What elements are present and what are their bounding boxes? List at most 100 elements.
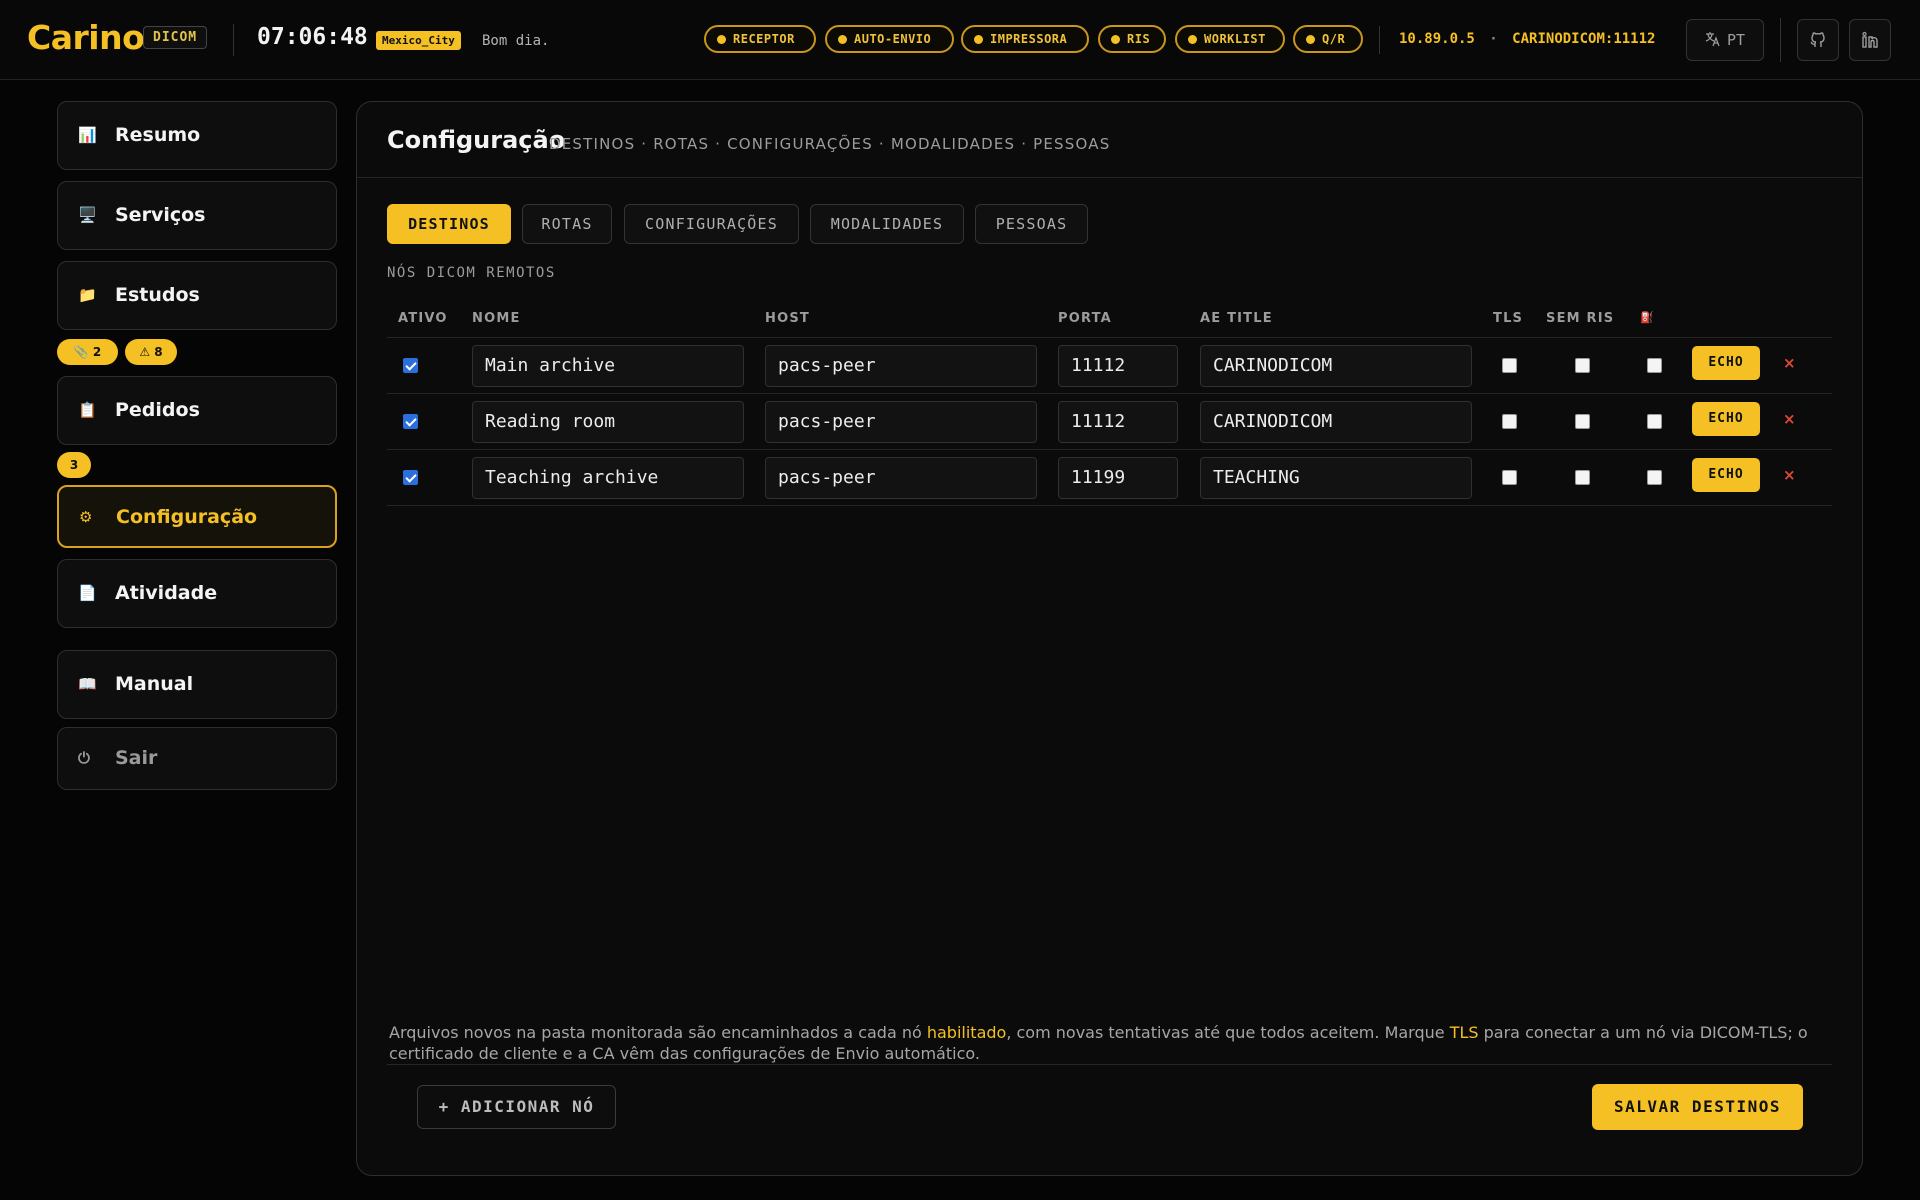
paperclip-icon: 📎 <box>73 345 89 359</box>
status-dot-icon <box>1188 35 1197 44</box>
row-no-ris-checkbox[interactable] <box>1575 414 1590 429</box>
row-extra-checkbox[interactable] <box>1647 414 1662 429</box>
warnings-badge: ⚠ 8 <box>125 339 177 365</box>
row-active-checkbox[interactable] <box>403 470 418 485</box>
column-header-porta: PORTA <box>1058 311 1112 326</box>
app-logo: Carino <box>27 18 145 57</box>
section-label: NÓS DICOM REMOTOS <box>387 265 556 281</box>
column-header-ae-title: AE TITLE <box>1200 311 1273 326</box>
monitor-icon: 🖥️ <box>78 206 97 224</box>
node-name-input[interactable]: Reading room <box>472 401 744 443</box>
clipboard-icon: 📋 <box>78 401 97 419</box>
tab-rotas[interactable]: ROTAS <box>522 204 612 244</box>
divider <box>1780 18 1781 62</box>
top-bar: Carino DICOM 07:06:48 Mexico_City Bom di… <box>0 0 1920 80</box>
dicom-tag: DICOM <box>143 26 208 49</box>
status-pill-receptor[interactable]: RECEPTOR <box>704 25 816 53</box>
github-button[interactable] <box>1797 19 1839 61</box>
column-header-nome: NOME <box>472 311 521 326</box>
row-active-checkbox[interactable] <box>403 414 418 429</box>
node-ae-title-input[interactable]: TEACHING <box>1200 457 1472 499</box>
translate-icon <box>1705 32 1720 47</box>
sidebar-item-configuracao[interactable]: ⚙ Configuração <box>57 485 337 548</box>
column-header-sem-ris: SEM RIS <box>1546 311 1615 326</box>
sidebar-item-manual[interactable]: 📖 Manual <box>57 650 337 719</box>
folder-icon: 📁 <box>78 286 97 304</box>
orders-badge: 3 <box>57 452 91 478</box>
column-header-host: HOST <box>765 311 810 326</box>
node-name-input[interactable]: Main archive <box>472 345 744 387</box>
linkedin-button[interactable] <box>1849 19 1891 61</box>
sidebar-item-atividade[interactable]: 📄 Atividade <box>57 559 337 628</box>
node-ae-title-input[interactable]: CARINODICOM <box>1200 401 1472 443</box>
status-pill-auto-envio[interactable]: AUTO-ENVIO <box>825 25 954 53</box>
sidebar-item-pedidos[interactable]: 📋 Pedidos <box>57 376 337 445</box>
status-dot-icon <box>974 35 983 44</box>
column-header-extra: ⛽ <box>1640 311 1655 324</box>
node-port-input[interactable]: 11199 <box>1058 457 1178 499</box>
status-dot-icon <box>717 35 726 44</box>
divider <box>1379 26 1380 54</box>
delete-node-icon[interactable]: × <box>1783 466 1796 484</box>
save-destinations-button[interactable]: SALVAR DESTINOS <box>1592 1084 1803 1130</box>
divider <box>357 177 1862 178</box>
node-name-input[interactable]: Teaching archive <box>472 457 744 499</box>
row-active-checkbox[interactable] <box>403 358 418 373</box>
linkedin-icon <box>1862 31 1878 48</box>
status-pill-ris[interactable]: RIS <box>1098 25 1166 53</box>
clock: 07:06:48 <box>257 24 368 50</box>
github-icon <box>1810 32 1825 47</box>
node-host-input[interactable]: pacs-peer <box>765 401 1037 443</box>
status-dot-icon <box>1306 35 1315 44</box>
gear-icon: ⚙ <box>79 508 93 526</box>
row-extra-checkbox[interactable] <box>1647 470 1662 485</box>
timezone-badge: Mexico_City <box>376 31 461 50</box>
greeting: Bom dia. <box>482 33 550 49</box>
chart-icon: 📊 <box>78 126 97 144</box>
tab-destinos[interactable]: DESTINOS <box>387 204 511 244</box>
divider <box>387 1064 1832 1065</box>
delete-node-icon[interactable]: × <box>1783 354 1796 372</box>
tab-configuracoes[interactable]: CONFIGURAÇÕES <box>624 204 799 244</box>
page-title: Configuração <box>387 126 566 154</box>
add-node-button[interactable]: + ADICIONAR NÓ <box>417 1085 616 1129</box>
divider <box>387 449 1832 450</box>
echo-button[interactable]: ECHO <box>1692 346 1760 380</box>
row-no-ris-checkbox[interactable] <box>1575 470 1590 485</box>
language-button[interactable]: PT <box>1686 19 1764 61</box>
divider <box>387 393 1832 394</box>
node-host-input[interactable]: pacs-peer <box>765 345 1037 387</box>
node-port-input[interactable]: 11112 <box>1058 345 1178 387</box>
delete-node-icon[interactable]: × <box>1783 410 1796 428</box>
node-port-input[interactable]: 11112 <box>1058 401 1178 443</box>
echo-button[interactable]: ECHO <box>1692 402 1760 436</box>
row-no-ris-checkbox[interactable] <box>1575 358 1590 373</box>
row-tls-checkbox[interactable] <box>1502 414 1517 429</box>
status-pill-impressora[interactable]: IMPRESSORA <box>961 25 1089 53</box>
help-note: Arquivos novos na pasta monitorada são e… <box>389 1023 1808 1063</box>
node-host-input[interactable]: pacs-peer <box>765 457 1037 499</box>
sidebar-item-sair[interactable]: ⏻ Sair <box>57 727 337 790</box>
warning-icon: ⚠ <box>139 345 151 359</box>
sidebar-item-servicos[interactable]: 🖥️ Serviços <box>57 181 337 250</box>
status-pill-worklist[interactable]: WORKLIST <box>1175 25 1285 53</box>
book-icon: 📖 <box>78 675 97 693</box>
main-panel: Configuração DESTINOS · ROTAS · CONFIGUR… <box>356 101 1863 1176</box>
sidebar-item-resumo[interactable]: 📊 Resumo <box>57 101 337 170</box>
tab-pessoas[interactable]: PESSOAS <box>975 204 1088 244</box>
row-extra-checkbox[interactable] <box>1647 358 1662 373</box>
row-tls-checkbox[interactable] <box>1502 470 1517 485</box>
tab-modalidades[interactable]: MODALIDADES <box>810 204 964 244</box>
power-icon: ⏻ <box>78 749 90 767</box>
status-pill-qr[interactable]: Q/R <box>1293 25 1363 53</box>
sidebar-item-estudos[interactable]: 📁 Estudos <box>57 261 337 330</box>
divider <box>387 337 1832 338</box>
node-ae-title-input[interactable]: CARINODICOM <box>1200 345 1472 387</box>
server-address: 10.89.0.5 · CARINODICOM:11112 <box>1399 31 1656 47</box>
attachments-badge: 📎 2 <box>57 339 118 365</box>
column-header-ativo: ATIVO <box>398 311 448 326</box>
column-header-tls: TLS <box>1493 311 1524 326</box>
echo-button[interactable]: ECHO <box>1692 458 1760 492</box>
status-dot-icon <box>1111 35 1120 44</box>
row-tls-checkbox[interactable] <box>1502 358 1517 373</box>
